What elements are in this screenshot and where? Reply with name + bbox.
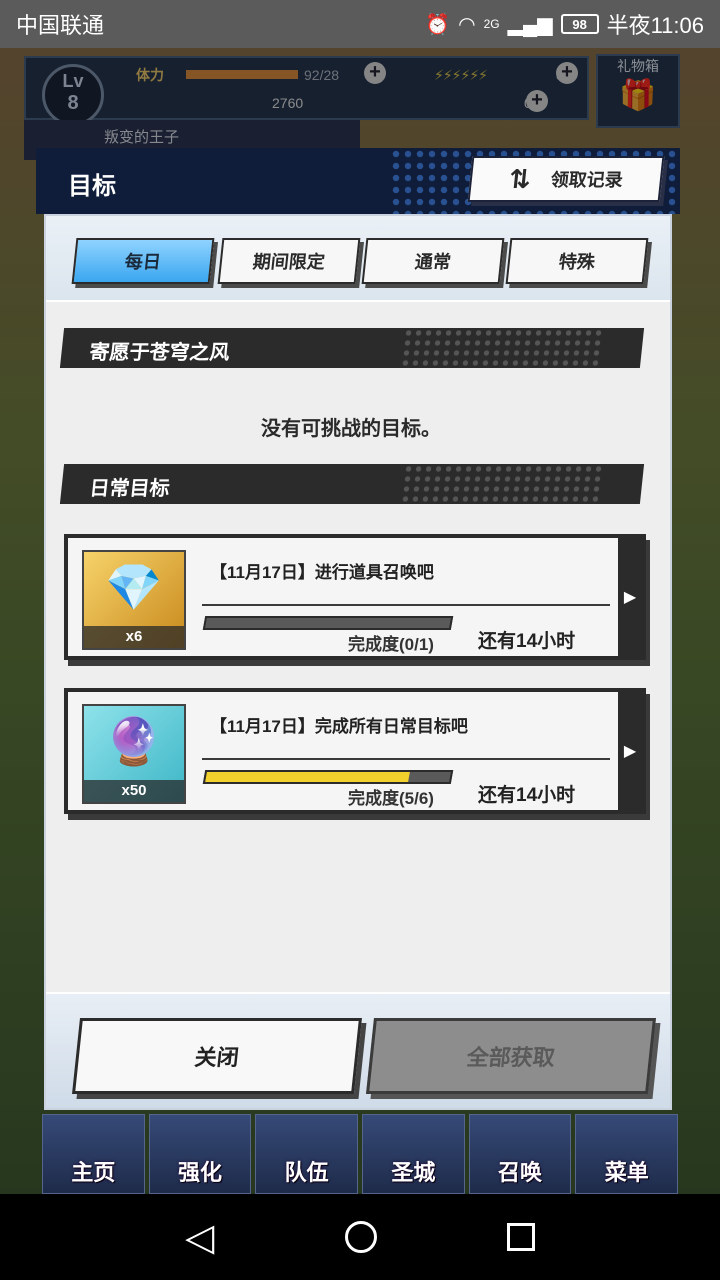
section-title-daily: 日常目标 (88, 478, 171, 500)
nav-summon[interactable]: 召唤 (468, 1114, 572, 1194)
tab-limited[interactable]: 期间限定 (217, 238, 361, 284)
alarm-icon: ⏰ (425, 13, 451, 36)
system-nav-bar: ◁ (0, 1194, 720, 1280)
progress-fill (205, 772, 411, 782)
goals-dialog: 目标 ⇅ 领取记录 每日 期间限定 通常 特殊 寄愿于苍穹之风 没有可挑战的目标… (36, 148, 680, 1116)
mission-card[interactable]: 💎 x6 【11月17日】进行道具召唤吧 完成度(0/1) 还有14小时 ▶ (64, 534, 646, 660)
dialog-footer: 关闭 全部获取 (46, 992, 670, 1108)
carrier-name: 中国联通 (16, 13, 105, 38)
crystal-icon: 💎 (105, 561, 163, 613)
section-title-event: 寄愿于苍穹之风 (88, 342, 231, 364)
claim-history-label: 领取记录 (549, 170, 624, 190)
empty-message: 没有可挑战的目标。 (261, 418, 441, 440)
chevron-right-icon[interactable]: ▶ (618, 692, 642, 810)
section-header-daily: 日常目标 (59, 464, 645, 504)
swap-arrows-icon: ⇅ (507, 163, 533, 194)
claim-history-button[interactable]: ⇅ 领取记录 (467, 156, 665, 202)
progress-bar (202, 770, 454, 784)
status-icons: ⏰ ◠ 2G ▂▄▆ 98 半夜11:06 (425, 8, 704, 40)
nav-menu[interactable]: 菜单 (575, 1114, 679, 1194)
tab-normal[interactable]: 通常 (361, 238, 505, 284)
clock: 半夜11:06 (606, 13, 704, 38)
claim-all-button[interactable]: 全部获取 (366, 1018, 656, 1094)
recent-apps-icon[interactable] (506, 1223, 535, 1251)
rainbow-gem-icon: 🔮 (105, 715, 163, 767)
nav-team[interactable]: 队伍 (255, 1114, 359, 1194)
nav-home[interactable]: 主页 (42, 1114, 145, 1194)
tab-bar: 每日 期间限定 通常 特殊 (46, 216, 670, 302)
dialog-header: 目标 ⇅ 领取记录 (36, 148, 680, 214)
progress-text: 完成度(5/6) (348, 789, 434, 808)
divider (202, 758, 610, 760)
home-icon[interactable] (344, 1221, 377, 1253)
nav-upgrade[interactable]: 强化 (148, 1114, 252, 1194)
time-remaining: 还有14小时 (478, 785, 576, 806)
progress-bar (202, 616, 454, 630)
mission-card[interactable]: 🔮 x50 【11月17日】完成所有日常目标吧 完成度(5/6) 还有14小时 … (64, 688, 646, 814)
chevron-right-icon[interactable]: ▶ (618, 538, 642, 656)
reward-thumbnail: 💎 x6 (82, 550, 186, 650)
dialog-title: 目标 (68, 173, 116, 200)
close-button[interactable]: 关闭 (72, 1018, 362, 1094)
battery-icon: 98 (560, 14, 599, 34)
tab-special[interactable]: 特殊 (505, 238, 649, 284)
back-icon[interactable]: ◁ (185, 1215, 214, 1260)
divider (202, 604, 610, 606)
reward-quantity: x6 (84, 626, 184, 648)
progress-fill (205, 618, 207, 628)
progress-text: 完成度(0/1) (348, 635, 434, 654)
dialog-body: 每日 期间限定 通常 特殊 寄愿于苍穹之风 没有可挑战的目标。 日常目标 💎 x… (44, 214, 672, 1110)
nav-city[interactable]: 圣城 (362, 1114, 465, 1194)
mission-title: 【11月17日】完成所有日常目标吧 (210, 717, 468, 736)
status-bar: 中国联通 ⏰ ◠ 2G ▂▄▆ 98 半夜11:06 (0, 0, 720, 48)
tab-daily[interactable]: 每日 (71, 238, 215, 284)
time-remaining: 还有14小时 (478, 631, 576, 652)
signal-icon: ▂▄▆ (507, 13, 553, 36)
reward-thumbnail: 🔮 x50 (82, 704, 186, 804)
section-header-event: 寄愿于苍穹之风 (59, 328, 645, 368)
reward-quantity: x50 (84, 780, 184, 802)
wifi-icon: ◠ (458, 13, 476, 36)
mission-title: 【11月17日】进行道具召唤吧 (210, 563, 434, 582)
network-type: 2G (483, 17, 500, 31)
bottom-nav: 主页 强化 队伍 圣城 召唤 菜单 (40, 1114, 680, 1194)
